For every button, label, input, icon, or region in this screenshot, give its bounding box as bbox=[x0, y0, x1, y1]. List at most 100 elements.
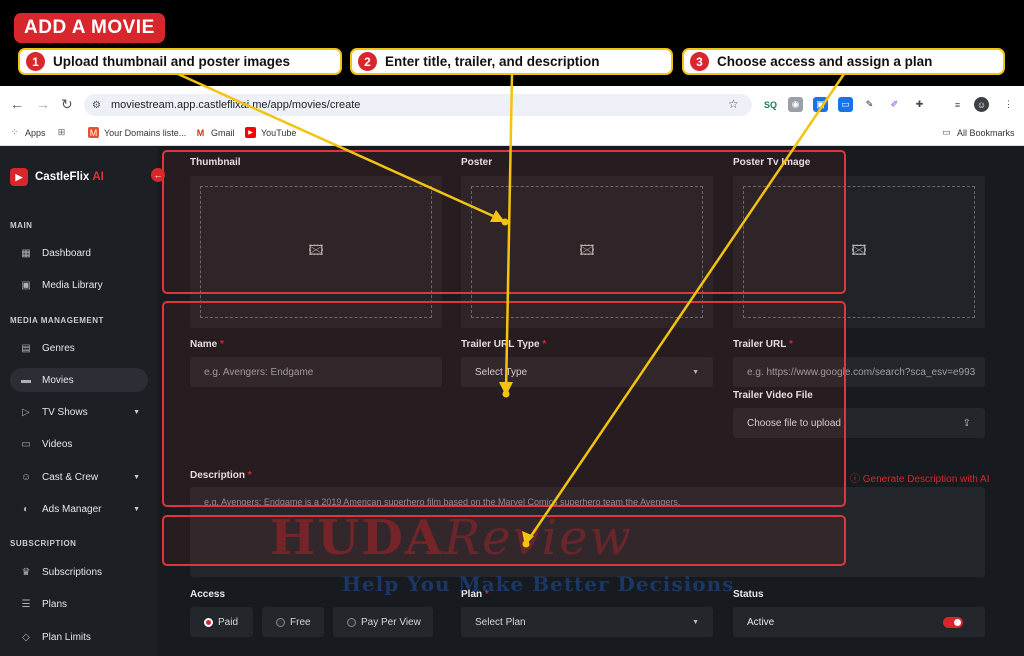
thumbnail-upload[interactable]: 🖾 bbox=[190, 176, 442, 328]
status-toggle[interactable] bbox=[943, 617, 963, 628]
screen: ADD A MOVIE 1 Upload thumbnail and poste… bbox=[0, 0, 1024, 656]
url-text: moviestream.app.castleflixai.me/app/movi… bbox=[110, 99, 361, 111]
ads-icon: ◐ bbox=[22, 503, 30, 515]
video-icon: ▭ bbox=[21, 438, 31, 450]
bookmark-domains[interactable]: M Your Domains liste... bbox=[88, 127, 186, 138]
bookmark-youtube[interactable]: ▶ YouTube bbox=[245, 127, 296, 138]
generate-description-ai-button[interactable]: ⓘ Generate Description with AI bbox=[850, 470, 990, 485]
sidebar-item-dashboard[interactable]: ▦ Dashboard bbox=[10, 241, 148, 265]
sidebar-item-ads-manager[interactable]: ◐ Ads Manager ▼ bbox=[10, 497, 148, 521]
sidebar-item-movies[interactable]: ▬ Movies bbox=[10, 368, 148, 392]
section-subscription: SUBSCRIPTION bbox=[10, 539, 77, 548]
bookmark-apps[interactable]: ⁘ Apps bbox=[9, 127, 46, 138]
trailer-type-label: Trailer URL Type * bbox=[461, 339, 547, 350]
gmail-icon: M bbox=[196, 127, 205, 138]
poster-label: Poster bbox=[461, 157, 493, 168]
trailer-url-label: Trailer URL * bbox=[733, 339, 793, 350]
sidebar-item-plan-limits[interactable]: ◇ Plan Limits bbox=[10, 625, 148, 649]
pen-extension-icon[interactable]: ✐ bbox=[887, 97, 902, 112]
brand-logo[interactable]: ▶ CastleFlix AI bbox=[10, 168, 104, 186]
translate-extension-icon[interactable]: ▣ bbox=[813, 97, 828, 112]
radio-unselected-icon bbox=[276, 617, 285, 627]
step-1-number: 1 bbox=[26, 52, 45, 71]
film-icon: ▬ bbox=[21, 374, 31, 386]
apps-grid-icon: ⁘ bbox=[10, 127, 19, 137]
extensions-puzzle-icon[interactable]: ✚ bbox=[912, 97, 927, 112]
image-placeholder-icon: 🖾 bbox=[579, 242, 595, 258]
folder-icon: ▭ bbox=[942, 127, 951, 137]
poster-upload[interactable]: 🖾 bbox=[461, 176, 713, 328]
sidebar-item-videos[interactable]: ▭ Videos bbox=[10, 432, 148, 456]
watermark-logo: HUDAReview bbox=[270, 510, 633, 566]
trailer-file-input[interactable]: Choose file to upload ⇪ bbox=[733, 408, 985, 438]
sidebar-item-media-library[interactable]: ▣ Media Library bbox=[10, 273, 148, 297]
access-radio-pay-per-view[interactable]: Pay Per View bbox=[333, 607, 433, 637]
sidebar-collapse-button[interactable]: ← bbox=[151, 168, 165, 182]
chevron-down-icon: ▼ bbox=[133, 408, 140, 416]
status-field: Active bbox=[733, 607, 985, 637]
upload-icon: ⇪ bbox=[962, 417, 971, 429]
sidebar-item-plans[interactable]: ☰ Plans bbox=[10, 592, 148, 616]
description-label: Description * bbox=[190, 470, 252, 481]
sidebar: ▶ CastleFlix AI MAIN ▦ Dashboard ▣ Media… bbox=[0, 146, 158, 656]
trailer-type-select[interactable]: Select Type ▼ bbox=[461, 357, 713, 387]
name-input[interactable]: e.g. Avengers: Endgame bbox=[190, 357, 442, 387]
eyedropper-extension-icon[interactable]: ✎ bbox=[862, 97, 877, 112]
status-label: Status bbox=[733, 589, 764, 600]
sidebar-item-genres[interactable]: ▤ Genres bbox=[10, 336, 148, 360]
address-bar[interactable]: ⚙ moviestream.app.castleflixai.me/app/mo… bbox=[84, 94, 752, 116]
step-3-callout: 3 Choose access and assign a plan bbox=[682, 48, 1005, 75]
sidebar-item-subscriptions[interactable]: ♛ Subscriptions bbox=[10, 560, 148, 584]
site-info-icon[interactable]: ⚙ bbox=[92, 100, 101, 111]
trailer-file-label: Trailer Video File bbox=[733, 390, 813, 401]
bookmarks-bar: ⁘ Apps ⊞ M Your Domains liste... M Gmail… bbox=[0, 124, 1024, 144]
chevron-down-icon: ▼ bbox=[692, 368, 699, 376]
step-1-callout: 1 Upload thumbnail and poster images bbox=[18, 48, 342, 75]
forward-icon[interactable]: → bbox=[36, 96, 50, 112]
browser-chrome: ← → ↻ ⚙ moviestream.app.castleflixai.me/… bbox=[0, 86, 1024, 146]
tag-icon: ◇ bbox=[22, 631, 30, 643]
reload-icon[interactable]: ↻ bbox=[61, 96, 73, 113]
image-placeholder-icon: 🖾 bbox=[308, 242, 324, 258]
all-bookmarks[interactable]: ▭ All Bookmarks bbox=[941, 127, 1014, 138]
thumbnail-label: Thumbnail bbox=[190, 157, 241, 168]
reading-list-icon[interactable]: ≡ bbox=[950, 97, 965, 112]
radio-selected-icon bbox=[204, 617, 213, 627]
sidebar-item-cast-crew[interactable]: ☺ Cast & Crew ▼ bbox=[10, 465, 148, 489]
radio-unselected-icon bbox=[347, 617, 356, 627]
tutorial-banner: ADD A MOVIE 1 Upload thumbnail and poste… bbox=[0, 0, 1024, 86]
sidebar-item-tv-shows[interactable]: ▷ TV Shows ▼ bbox=[10, 400, 148, 424]
browser-menu-icon[interactable]: ⋮ bbox=[1001, 97, 1016, 112]
chevron-down-icon: ▼ bbox=[692, 618, 699, 626]
tutorial-title: ADD A MOVIE bbox=[14, 13, 165, 43]
section-media-management: MEDIA MANAGEMENT bbox=[10, 316, 104, 325]
back-icon[interactable]: ← bbox=[10, 96, 24, 112]
profile-avatar[interactable]: ☺ bbox=[974, 97, 989, 112]
name-label: Name * bbox=[190, 339, 224, 350]
access-label: Access bbox=[190, 589, 226, 600]
bookmark-gmail[interactable]: M Gmail bbox=[195, 127, 235, 138]
step-2-text: Enter title, trailer, and description bbox=[385, 54, 600, 69]
dashboard-icon: ▦ bbox=[21, 247, 31, 259]
play-logo-icon: ▶ bbox=[10, 168, 28, 186]
image-icon: ▣ bbox=[21, 279, 31, 291]
domains-icon: M bbox=[88, 127, 99, 138]
step-1-text: Upload thumbnail and poster images bbox=[53, 54, 291, 69]
trailer-url-input[interactable]: e.g. https://www.google.com/search?sca_e… bbox=[733, 357, 985, 387]
sq-extension-icon[interactable]: SQ bbox=[763, 97, 778, 112]
access-radio-paid[interactable]: Paid bbox=[190, 607, 253, 637]
plan-select[interactable]: Select Plan ▼ bbox=[461, 607, 713, 637]
grid-icon: ⊞ bbox=[57, 127, 66, 137]
list-icon: ☰ bbox=[21, 598, 31, 610]
genres-icon: ▤ bbox=[21, 342, 31, 354]
poster-tv-upload[interactable]: 🖾 bbox=[733, 176, 985, 328]
access-radio-free[interactable]: Free bbox=[262, 607, 324, 637]
bookmark-star-icon[interactable]: ☆ bbox=[728, 97, 739, 111]
screen-extension-icon[interactable]: ▭ bbox=[838, 97, 853, 112]
step-3-number: 3 bbox=[690, 52, 709, 71]
bookmark-grid[interactable]: ⊞ bbox=[56, 127, 72, 138]
image-placeholder-icon: 🖾 bbox=[851, 242, 867, 258]
step-3-text: Choose access and assign a plan bbox=[717, 54, 933, 69]
step-2-number: 2 bbox=[358, 52, 377, 71]
camera-extension-icon[interactable]: ◉ bbox=[788, 97, 803, 112]
